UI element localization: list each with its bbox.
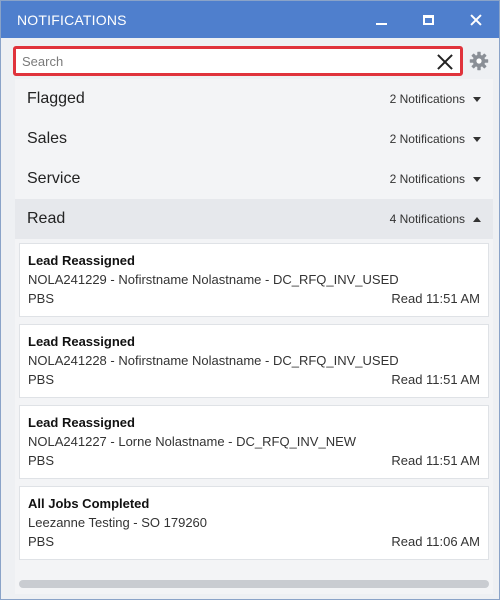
notification-title: Lead Reassigned — [28, 334, 135, 349]
chevron-down-icon[interactable] — [473, 136, 481, 142]
notification-time: Read 11:06 AM — [391, 534, 480, 549]
notification-time: Read 11:51 AM — [391, 453, 480, 468]
chevron-up-icon[interactable] — [473, 216, 481, 222]
minimize-button[interactable] — [358, 1, 405, 38]
close-button[interactable] — [452, 1, 499, 38]
gear-icon[interactable] — [469, 51, 489, 71]
read-notification-list: Lead Reassigned NOLA241229 - Nofirstname… — [15, 239, 493, 560]
maximize-button[interactable] — [405, 1, 452, 38]
group-name: Flagged — [27, 90, 85, 107]
notification-detail: NOLA241227 - Lorne Nolastname - DC_RFQ_I… — [28, 434, 357, 449]
notification-title: Lead Reassigned — [28, 253, 135, 268]
notification-time: Read 11:51 AM — [391, 372, 480, 387]
group-row-flagged[interactable]: Flagged 2 Notifications — [15, 79, 493, 119]
notification-source: PBS — [28, 453, 55, 468]
notification-detail: NOLA241228 - Nofirstname Nolastname - DC… — [28, 353, 399, 368]
notification-source: PBS — [28, 291, 55, 306]
group-count: 2 Notifications — [389, 92, 465, 106]
notification-detail: NOLA241229 - Nofirstname Nolastname - DC… — [28, 272, 399, 287]
notifications-window: NOTIFICATIONS Search Flagged 2 Notificat… — [0, 0, 500, 600]
group-name: Read — [27, 210, 66, 227]
notification-card[interactable]: Lead Reassigned NOLA241229 - Nofirstname… — [19, 243, 489, 317]
notification-detail: Leezanne Testing - SO 179260 — [28, 515, 208, 530]
notification-title: All Jobs Completed — [28, 496, 150, 511]
notification-source: PBS — [28, 372, 55, 387]
group-row-service[interactable]: Service 2 Notifications — [15, 159, 493, 199]
notification-title: Lead Reassigned — [28, 415, 135, 430]
notifications-panel: Flagged 2 Notifications Sales 2 Notifica… — [15, 79, 493, 594]
group-name: Sales — [27, 130, 68, 147]
chevron-down-icon[interactable] — [473, 176, 481, 182]
group-count: 4 Notifications — [389, 212, 465, 226]
title-bar[interactable]: NOTIFICATIONS — [1, 1, 499, 38]
close-icon — [470, 14, 482, 26]
group-row-read[interactable]: Read 4 Notifications — [15, 199, 493, 239]
notification-source: PBS — [28, 534, 55, 549]
group-count: 2 Notifications — [389, 132, 465, 146]
maximize-icon — [423, 14, 434, 25]
notification-card[interactable]: Lead Reassigned NOLA241228 - Nofirstname… — [19, 324, 489, 398]
group-row-sales[interactable]: Sales 2 Notifications — [15, 119, 493, 159]
search-box — [13, 46, 463, 76]
horizontal-scrollbar[interactable] — [19, 580, 489, 588]
window-title: NOTIFICATIONS — [17, 11, 127, 28]
notification-card[interactable]: Lead Reassigned NOLA241227 - Lorne Nolas… — [19, 405, 489, 479]
search-row — [13, 46, 493, 76]
notification-card[interactable]: All Jobs Completed Leezanne Testing - SO… — [19, 486, 489, 560]
clear-search-icon[interactable] — [436, 53, 454, 71]
minimize-icon — [376, 22, 387, 25]
chevron-down-icon[interactable] — [473, 96, 481, 102]
search-input[interactable] — [22, 51, 427, 71]
group-name: Service — [27, 170, 81, 187]
group-count: 2 Notifications — [389, 172, 465, 186]
notification-time: Read 11:51 AM — [391, 291, 480, 306]
